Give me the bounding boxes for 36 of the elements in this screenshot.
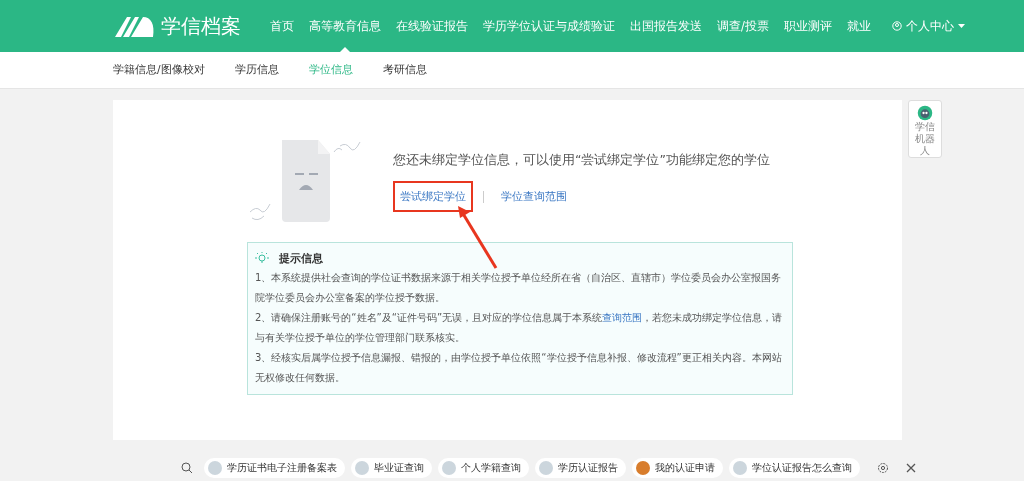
- nav-tab[interactable]: 出国报告发送: [623, 0, 709, 52]
- text-link[interactable]: 学位查询范围: [494, 181, 574, 212]
- notice-paragraph: 2、请确保注册账号的“姓名”及“证件号码”无误，且对应的学位信息属于本系统查询范围，若您未成功绑定学位信息，请与有关学位授予单位的学位管理部门联系核实。: [255, 311, 784, 345]
- quick-link[interactable]: 我的认证申请: [632, 458, 723, 478]
- nav-tab[interactable]: 首页: [263, 0, 301, 52]
- notice-paragraph: 3、经核实后属学位授予信息漏报、错报的，由学位授予单位依照“学位授予信息补报、修改流程”更正相关内容。本网站无权修改任何数据。: [255, 351, 783, 385]
- nav-tab[interactable]: 调查/投票: [710, 0, 776, 52]
- sub-tab[interactable]: 学籍信息/图像校对: [113, 63, 205, 77]
- query-scope-link[interactable]: 查询范围: [602, 312, 643, 323]
- quick-link[interactable]: 个人学籍查询: [438, 458, 529, 478]
- user-icon: [891, 21, 902, 31]
- settings-icon[interactable]: [877, 462, 889, 474]
- quick-link[interactable]: 毕业证查询: [351, 458, 432, 478]
- sub-tab[interactable]: 学位信息: [308, 63, 353, 77]
- search-icon[interactable]: [181, 462, 193, 474]
- quick-link[interactable]: 学位认证报告怎么查询: [729, 458, 860, 478]
- quick-link[interactable]: 学历证书电子注册备案表: [204, 458, 345, 478]
- sub-tab[interactable]: 学历信息: [234, 63, 279, 77]
- text-link[interactable]: 尝试绑定学位: [393, 181, 473, 212]
- lightbulb-icon: [255, 251, 269, 266]
- nav-tab[interactable]: 在线验证报告: [389, 0, 475, 52]
- logo-text: 学信档案: [161, 12, 241, 40]
- close-icon[interactable]: [905, 462, 917, 474]
- nav-tab[interactable]: 就业: [839, 0, 878, 52]
- notice-paragraph: 1、本系统提供社会查询的学位证书数据来源于相关学位授予单位经所在省（自治区、直辖市）学位委员会办公室报国务院学位委员会办公室备案的学位授予数据。: [255, 271, 783, 305]
- nav-tab[interactable]: 学历学位认证与成绩验证: [476, 0, 622, 52]
- quick-link[interactable]: 学历认证报告: [535, 458, 626, 478]
- caret-icon: [957, 23, 965, 29]
- annotation-arrow: [456, 206, 500, 270]
- nav-tab[interactable]: 职业测评: [776, 0, 839, 52]
- sub-tab[interactable]: 考研信息: [382, 63, 427, 77]
- notice-title: 提示信息: [279, 251, 323, 266]
- robot-button[interactable]: 学信机器人: [908, 100, 942, 158]
- user-menu[interactable]: 个人中心: [884, 0, 972, 52]
- nav-tab[interactable]: 高等教育信息: [302, 0, 388, 52]
- empty-message: 您还未绑定学位信息，可以使用“尝试绑定学位”功能绑定您的学位: [393, 152, 770, 169]
